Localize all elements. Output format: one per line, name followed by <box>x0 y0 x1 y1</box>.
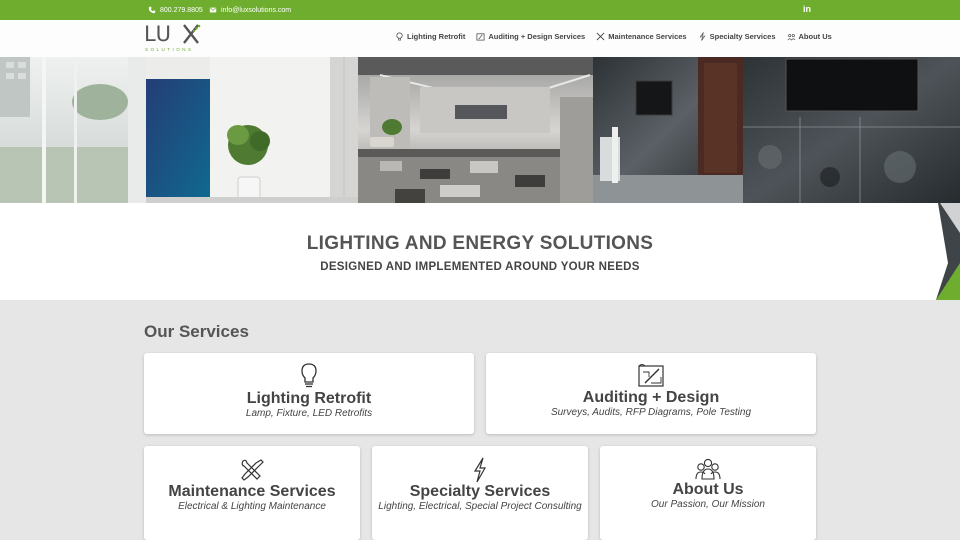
main-nav: Lighting Retrofit Auditing + Design Serv… <box>395 32 832 41</box>
nav-label: Maintenance Services <box>608 32 687 41</box>
nav-about[interactable]: About Us <box>787 32 832 41</box>
nav-label: Auditing + Design Services <box>488 32 586 41</box>
banner-subtitle: DESIGNED AND IMPLEMENTED AROUND YOUR NEE… <box>320 261 640 273</box>
tools-icon <box>596 32 605 41</box>
card-subtitle: Lamp, Fixture, LED Retrofits <box>245 408 373 419</box>
phone-contact[interactable]: 800.279.8805 <box>148 6 203 14</box>
card-title: About Us <box>672 481 744 498</box>
top-bar: 800.279.8805 info@luxsolutions.com in <box>0 0 960 20</box>
bulb-icon <box>396 32 403 41</box>
card-title: Lighting Retrofit <box>246 390 372 407</box>
card-title: Specialty Services <box>409 483 551 500</box>
nav-label: Lighting Retrofit <box>407 32 466 41</box>
nav-lighting-retrofit[interactable]: Lighting Retrofit <box>395 32 465 41</box>
nav-label: About Us <box>798 32 832 41</box>
card-subtitle: Surveys, Audits, RFP Diagrams, Pole Test… <box>550 407 752 418</box>
tools-icon <box>241 459 264 481</box>
team-icon <box>695 458 721 480</box>
envelope-icon <box>209 7 217 13</box>
card-about-us[interactable]: About Us Our Passion, Our Mission <box>600 446 816 540</box>
team-icon <box>787 34 795 41</box>
email-address: info@luxsolutions.com <box>221 6 292 14</box>
phone-icon <box>148 6 156 14</box>
nav-label: Specialty Services <box>709 32 776 41</box>
bulb-icon <box>301 363 317 388</box>
linkedin-icon[interactable]: in <box>803 4 811 14</box>
nav-maintenance[interactable]: Maintenance Services <box>596 32 687 41</box>
card-subtitle: Lighting, Electrical, Special Project Co… <box>378 501 582 512</box>
card-subtitle: Our Passion, Our Mission <box>651 499 765 510</box>
card-lighting-retrofit[interactable]: Lighting Retrofit Lamp, Fixture, LED Ret… <box>144 353 474 434</box>
bolt-icon <box>473 457 487 483</box>
services-heading: Our Services <box>144 322 249 341</box>
card-title: Maintenance Services <box>168 483 336 500</box>
logo-x-mark <box>183 24 201 44</box>
logo-subtext: SOLUTIONS <box>145 47 194 52</box>
tagline-banner: LIGHTING AND ENERGY SOLUTIONS DESIGNED A… <box>0 203 960 300</box>
card-title: Auditing + Design <box>582 389 720 406</box>
bolt-icon <box>699 32 705 41</box>
nav-specialty[interactable]: Specialty Services <box>698 32 776 41</box>
card-specialty[interactable]: Specialty Services Lighting, Electrical,… <box>372 446 588 540</box>
phone-number: 800.279.8805 <box>160 6 203 14</box>
lux-logo[interactable]: LU SOLUTIONS <box>144 23 204 55</box>
card-subtitle: Electrical & Lighting Maintenance <box>178 501 326 512</box>
card-auditing-design[interactable]: Auditing + Design Surveys, Audits, RFP D… <box>486 353 816 434</box>
blueprint-icon <box>638 364 664 387</box>
site-header: LU SOLUTIONS Lighting Retrofit Auditing … <box>0 20 960 57</box>
blueprint-icon <box>476 33 485 41</box>
nav-auditing-design[interactable]: Auditing + Design Services <box>476 32 585 41</box>
hero-image <box>0 57 960 203</box>
banner-title: LIGHTING AND ENERGY SOLUTIONS <box>306 233 654 254</box>
email-contact[interactable]: info@luxsolutions.com <box>209 6 291 14</box>
card-maintenance[interactable]: Maintenance Services Electrical & Lighti… <box>144 446 360 540</box>
